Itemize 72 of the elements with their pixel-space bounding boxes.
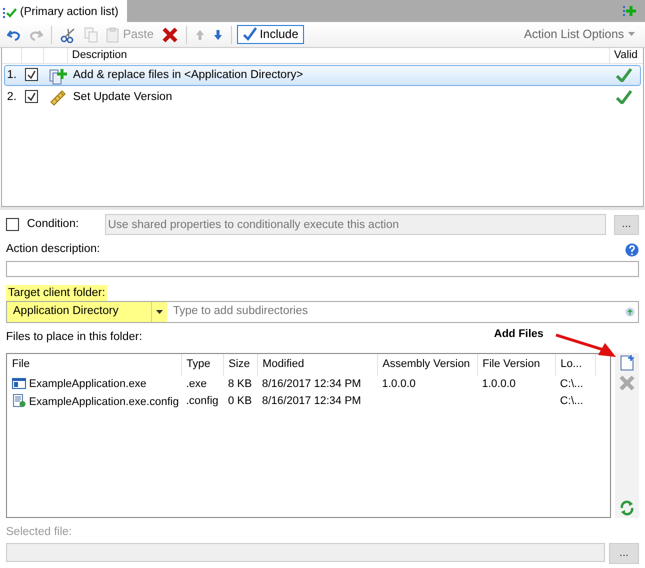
annotation-label: Add Files [494, 328, 544, 342]
checkbox[interactable] [25, 68, 38, 81]
paste-icon [106, 26, 120, 42]
new-file-icon [620, 354, 634, 371]
column-header: Description [68, 48, 610, 63]
row-number: 1. [6, 68, 18, 82]
scissors-icon [60, 26, 76, 42]
delete-icon [162, 26, 178, 42]
column-header[interactable]: File [7, 354, 181, 376]
table-cell-text: .config [185, 394, 220, 408]
down-arrow-icon [212, 28, 223, 40]
application-icon [12, 377, 26, 389]
table-cell-text: 0 KB [227, 394, 253, 408]
browse-button[interactable]: ... [614, 214, 639, 234]
field-label: Target client folder: [6, 285, 108, 301]
column-header[interactable]: Modified [257, 354, 377, 376]
options-menu-button[interactable]: Action List Options [518, 26, 641, 43]
column-header[interactable]: Size [223, 354, 257, 376]
table-cell: 1.0.0.0 [377, 376, 477, 393]
field-label: Action description: [6, 243, 100, 257]
checkbox[interactable] [25, 90, 38, 103]
file-name-cell: ExampleApplication.exe [7, 376, 181, 393]
row-number: 2. [6, 90, 18, 104]
add-files-icon [49, 66, 67, 84]
refresh-button[interactable] [618, 498, 636, 518]
annotation-arrow [554, 333, 618, 359]
table-cell: C:\... [555, 376, 595, 393]
config-file-icon [12, 394, 26, 406]
caret-icon [628, 32, 635, 36]
up-arrow-icon [194, 28, 205, 40]
undo-icon [7, 28, 21, 42]
table-cell-text: C:\... [559, 394, 584, 408]
description-field[interactable] [6, 261, 639, 277]
caret-icon [156, 310, 163, 314]
table-cell: 8 KB [223, 376, 257, 393]
folder-field[interactable]: Application Directory Type to add subdirectories [6, 300, 639, 323]
action-description: Add & replace files in <Application Directory> [73, 68, 304, 82]
document-tab[interactable]: (Primary action list) [0, 0, 127, 22]
help-icon[interactable] [625, 243, 639, 257]
checkmark-icon [242, 27, 257, 42]
check-icon [27, 92, 36, 101]
condition-field[interactable]: Use shared properties to conditionally execute this action [105, 214, 606, 235]
redo-icon [29, 28, 43, 42]
remove-icon [619, 374, 636, 391]
table-cell: 1.0.0.0 [477, 376, 555, 393]
table-cell: 8/16/2017 12:34 PM [257, 376, 377, 393]
action-description: Set Update Version [73, 90, 174, 104]
column-header[interactable]: Type [181, 354, 223, 376]
file-name-cell: ExampleApplication.exe.config [7, 392, 181, 410]
table-cell-text: 8/16/2017 12:34 PM [261, 394, 362, 408]
column-header[interactable]: Assembly Version [377, 354, 477, 376]
folder-dropdown[interactable]: Application Directory [7, 302, 167, 322]
action-row[interactable]: 2. Set Update Version [4, 87, 641, 108]
column-header: Valid [613, 48, 639, 63]
field-label: Condition: [27, 218, 80, 232]
ruler-icon [49, 88, 67, 106]
go-icon[interactable] [625, 306, 635, 317]
refresh-icon [620, 500, 634, 516]
include-button[interactable]: Include [236, 25, 304, 44]
action-row[interactable]: 1. Add & replace files in <Application Directory> [4, 65, 641, 86]
add-file-button[interactable] [618, 352, 636, 373]
check-icon [27, 70, 36, 79]
column-header[interactable]: File Version [477, 354, 555, 376]
copy-icon [84, 26, 98, 42]
column-header[interactable]: Lo... [555, 354, 595, 376]
field-label: Selected file: [6, 526, 72, 540]
valid-check-icon [616, 90, 632, 104]
checkbox[interactable] [6, 218, 19, 231]
valid-check-icon [616, 68, 632, 82]
list-check-icon [3, 6, 17, 18]
field-label: Files to place in this folder: [6, 330, 142, 345]
table-cell: .exe [181, 376, 223, 393]
